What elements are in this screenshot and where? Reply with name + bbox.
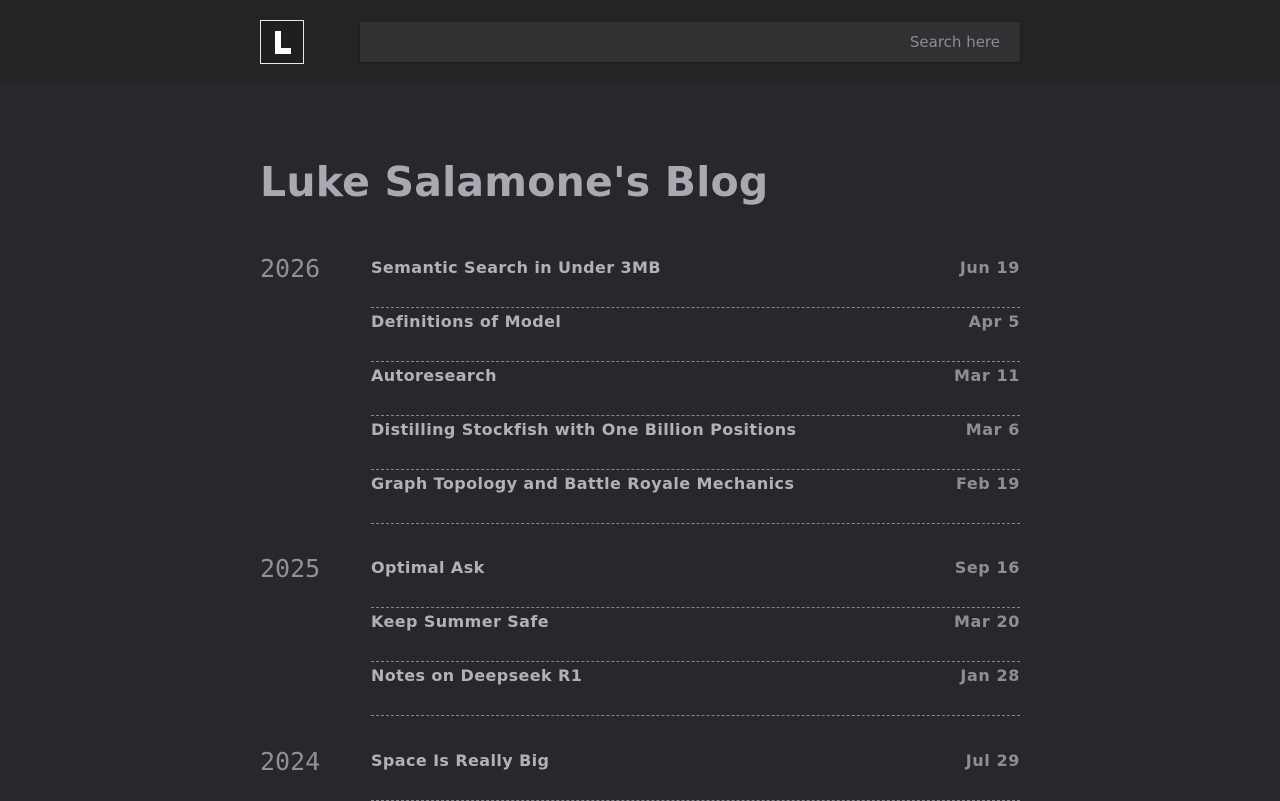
post-item[interactable]: Optimal Ask Sep 16 bbox=[371, 554, 1020, 608]
site-logo[interactable] bbox=[260, 20, 304, 64]
post-title-link[interactable]: Definitions of Model bbox=[371, 312, 561, 331]
post-title-link[interactable]: Graph Topology and Battle Royale Mechani… bbox=[371, 474, 794, 493]
post-date: Mar 11 bbox=[953, 366, 1020, 385]
post-date: Jun 19 bbox=[959, 258, 1020, 277]
post-item[interactable]: Graph Topology and Battle Royale Mechani… bbox=[371, 470, 1020, 524]
year-label: 2024 bbox=[260, 747, 321, 776]
post-title-link[interactable]: Autoresearch bbox=[371, 366, 497, 385]
post-title-link[interactable]: Optimal Ask bbox=[371, 558, 485, 577]
post-date: Jul 29 bbox=[965, 751, 1020, 770]
post-date: Apr 5 bbox=[968, 312, 1020, 331]
post-item[interactable]: Notes on Deepseek R1 Jan 28 bbox=[371, 662, 1020, 716]
post-title-link[interactable]: Keep Summer Safe bbox=[371, 612, 549, 631]
post-item[interactable]: Space Is Really Big Jul 29 bbox=[371, 747, 1020, 801]
post-list: Optimal Ask Sep 16 Keep Summer Safe Mar … bbox=[371, 554, 1020, 716]
year-label: 2026 bbox=[260, 254, 321, 283]
post-item[interactable]: Keep Summer Safe Mar 20 bbox=[371, 608, 1020, 662]
post-date: Jan 28 bbox=[960, 666, 1020, 685]
search-input[interactable] bbox=[360, 22, 1020, 62]
post-item[interactable]: Autoresearch Mar 11 bbox=[371, 362, 1020, 416]
post-title-link[interactable]: Notes on Deepseek R1 bbox=[371, 666, 582, 685]
post-title-link[interactable]: Space Is Really Big bbox=[371, 751, 549, 770]
post-date: Mar 6 bbox=[965, 420, 1020, 439]
post-date: Feb 19 bbox=[955, 474, 1020, 493]
post-title-link[interactable]: Distilling Stockfish with One Billion Po… bbox=[371, 420, 796, 439]
page-title: Luke Salamone's Blog bbox=[260, 158, 769, 206]
post-item[interactable]: Semantic Search in Under 3MB Jun 19 bbox=[371, 254, 1020, 308]
post-list: Space Is Really Big Jul 29 bbox=[371, 747, 1020, 801]
post-title-link[interactable]: Semantic Search in Under 3MB bbox=[371, 258, 661, 277]
logo-letter-l-foot bbox=[275, 48, 291, 54]
post-list: Semantic Search in Under 3MB Jun 19 Defi… bbox=[371, 254, 1020, 524]
post-date: Mar 20 bbox=[953, 612, 1020, 631]
post-date: Sep 16 bbox=[954, 558, 1020, 577]
post-item[interactable]: Definitions of Model Apr 5 bbox=[371, 308, 1020, 362]
year-label: 2025 bbox=[260, 554, 321, 583]
top-bar bbox=[0, 0, 1280, 84]
post-item[interactable]: Distilling Stockfish with One Billion Po… bbox=[371, 416, 1020, 470]
